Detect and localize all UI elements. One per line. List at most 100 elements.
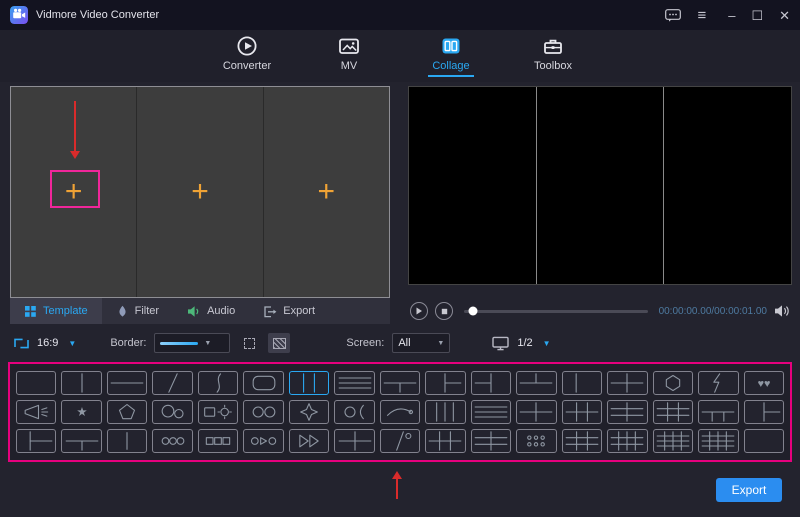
aspect-ratio-caret-icon[interactable]: ▼ — [68, 339, 76, 348]
border-dashed-button[interactable] — [238, 333, 260, 353]
collage-toolbar: 16:9 ▼ Border: ▼ Screen: All ▼ 1/2 ▼ — [0, 330, 800, 356]
seek-slider[interactable] — [464, 306, 648, 316]
volume-icon[interactable] — [774, 304, 790, 318]
border-style-dropdown[interactable]: ▼ — [154, 333, 231, 353]
template-diagonal-circle[interactable] — [379, 429, 421, 453]
template-grid-2x3[interactable] — [470, 429, 512, 453]
svg-text:★: ★ — [76, 405, 87, 419]
template-three-circles[interactable] — [152, 429, 193, 453]
border-hatch-button[interactable] — [268, 333, 291, 353]
border-label: Border: — [110, 337, 147, 349]
template-hearts[interactable]: ♥♥ — [743, 371, 784, 395]
template-two-circles-offset[interactable] — [152, 400, 193, 424]
template-two-rows[interactable] — [106, 371, 148, 395]
screen-dropdown[interactable]: All ▼ — [392, 333, 451, 353]
menu-icon[interactable]: ≡ — [697, 8, 706, 23]
annotation-arrow-down — [70, 101, 80, 159]
template-curve-split[interactable] — [197, 371, 239, 395]
titlebar: Vidmore Video Converter ≡ – ☐ ✕ — [0, 0, 800, 30]
template-swoosh[interactable] — [379, 400, 421, 424]
preview-pane-3 — [663, 87, 792, 284]
screen-label: Screen: — [346, 337, 385, 349]
nav-tab-toolbox[interactable]: Toolbox — [522, 34, 584, 77]
play-button[interactable] — [410, 302, 428, 320]
screen-page-caret-icon[interactable]: ▼ — [543, 339, 551, 348]
template-two-cols[interactable] — [61, 371, 102, 395]
collage-slot-2[interactable]: + — [136, 87, 263, 297]
export-button[interactable]: Export — [716, 478, 782, 502]
template-dots-grid[interactable] — [516, 429, 557, 453]
template-top-full-bottom-two[interactable] — [379, 371, 421, 395]
nav-tab-converter[interactable]: Converter — [216, 34, 278, 77]
template-four-rows[interactable] — [334, 371, 375, 395]
template-top-full-bottom-three[interactable] — [698, 400, 739, 424]
template-grid-3x3[interactable] — [652, 400, 694, 424]
nav-active-underline — [428, 75, 474, 77]
minimize-button[interactable]: – — [728, 9, 735, 22]
template-three-squares[interactable] — [197, 429, 239, 453]
template-megaphone[interactable] — [16, 400, 57, 424]
template-fast-forward[interactable] — [288, 429, 330, 453]
border-line-preview — [160, 341, 199, 345]
template-grid-4x4[interactable] — [698, 429, 739, 453]
template-diagonal[interactable] — [152, 371, 193, 395]
close-button[interactable]: ✕ — [779, 9, 790, 22]
template-grid-2x2[interactable] — [334, 429, 375, 453]
template-grid-4x3[interactable] — [607, 429, 648, 453]
nav-active-underline — [326, 75, 372, 77]
template-pentagon[interactable] — [106, 400, 148, 424]
nav-tab-collage[interactable]: Collage — [420, 34, 482, 77]
template-four-point-star[interactable] — [288, 400, 330, 424]
template-thick-divider[interactable] — [106, 429, 148, 453]
add-media-button[interactable]: + — [318, 177, 336, 207]
stop-button[interactable] — [435, 302, 453, 320]
maximize-button[interactable]: ☐ — [751, 9, 763, 22]
template-frame-gear[interactable] — [197, 400, 239, 424]
preview-pane-2 — [535, 87, 664, 284]
template-hexagon[interactable] — [652, 371, 694, 395]
template-left-col[interactable] — [561, 371, 603, 395]
annotation-highlight-box — [50, 170, 100, 208]
template-bottom-full-top-two[interactable] — [516, 371, 557, 395]
template-four-cols[interactable] — [425, 400, 466, 424]
template-left-full-right-two[interactable] — [425, 371, 466, 395]
collage-slot-3[interactable]: + — [262, 87, 389, 297]
seek-knob[interactable] — [468, 306, 478, 316]
template-star[interactable]: ★ — [61, 400, 102, 424]
template-left-col-right-two[interactable] — [16, 429, 57, 453]
template-three-cols[interactable] — [288, 371, 330, 395]
top-navigation: Converter MV Collage Toolbox — [0, 30, 800, 82]
template-circle-bracket[interactable] — [334, 400, 375, 424]
template-lightning[interactable] — [698, 371, 739, 395]
template-grid-3x2[interactable] — [425, 429, 466, 453]
template-left-full-right-two[interactable] — [743, 400, 784, 424]
preview-pane-1 — [409, 87, 536, 284]
nav-label: Collage — [432, 60, 470, 72]
template-single[interactable] — [16, 371, 57, 395]
template-grid-4x4[interactable] — [652, 429, 694, 453]
template-circle-tri-circle[interactable] — [243, 429, 284, 453]
template-grid-2x2[interactable] — [516, 400, 557, 424]
template-two-circles[interactable] — [243, 400, 284, 424]
feedback-icon[interactable] — [665, 8, 682, 22]
template-grid-3x3[interactable] — [561, 429, 603, 453]
tab-export[interactable]: Export — [249, 298, 329, 324]
template-grid-3x2[interactable] — [561, 400, 603, 424]
nav-tab-mv[interactable]: MV — [318, 34, 380, 77]
dropdown-caret-icon: ▼ — [437, 339, 445, 347]
template-single[interactable] — [743, 429, 784, 453]
template-grid-2x3[interactable] — [607, 400, 648, 424]
add-media-button[interactable]: + — [191, 177, 209, 207]
tab-template[interactable]: Template — [10, 298, 102, 324]
tab-label: Export — [283, 305, 316, 317]
template-rounded-frame[interactable] — [243, 371, 284, 395]
tab-filter[interactable]: Filter — [102, 298, 173, 324]
template-right-full-left-two[interactable] — [470, 371, 512, 395]
template-grid-2x2[interactable] — [607, 371, 648, 395]
playback-controls: 00:00:00.00/00:00:01.00 — [408, 298, 792, 324]
collage-editor: + + + — [10, 86, 390, 298]
template-four-rows[interactable] — [470, 400, 512, 424]
template-top-full-bottom-two[interactable] — [61, 429, 102, 453]
tab-audio[interactable]: Audio — [173, 298, 249, 324]
aspect-ratio-value[interactable]: 16:9 — [37, 337, 58, 349]
